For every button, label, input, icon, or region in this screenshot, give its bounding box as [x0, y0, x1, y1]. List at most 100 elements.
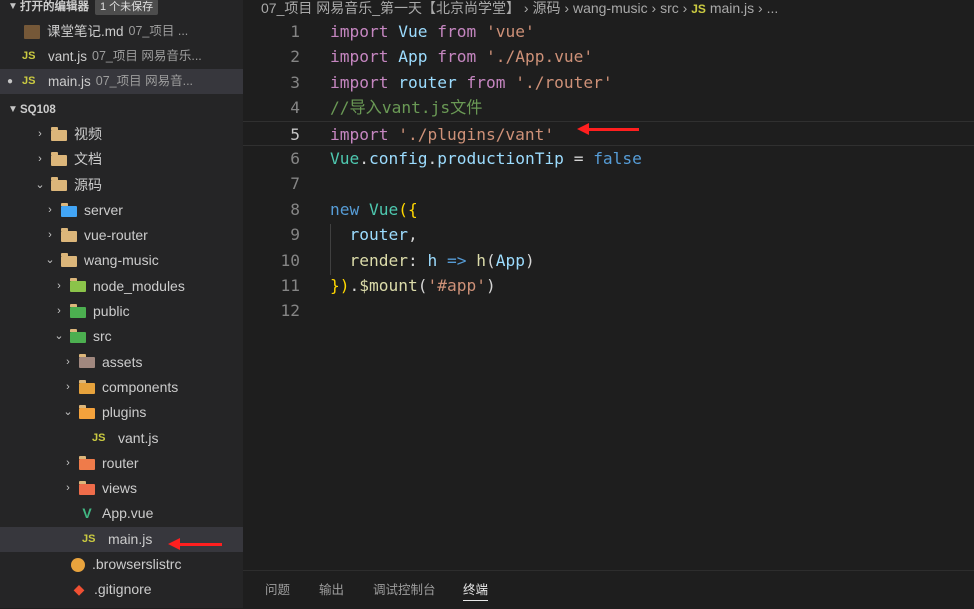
browserslist-icon [71, 557, 85, 572]
unsaved-dot-icon[interactable]: ● [0, 69, 20, 94]
open-editor-name: main.js [48, 74, 91, 89]
tree-folder-vue-router[interactable]: › vue-router [0, 223, 243, 248]
tree-folder-shipin[interactable]: › 视频 [0, 122, 243, 147]
tree-file-app-vue[interactable]: V App.vue [0, 501, 243, 526]
tab-output[interactable]: 输出 [319, 579, 344, 598]
code-line[interactable]: 12 [243, 298, 974, 323]
open-editor-item[interactable]: JS vant.js 07_项目 网易音乐... [0, 44, 243, 69]
chevron-down-icon: ▼ [8, 1, 18, 12]
code-line[interactable]: 9 router, [243, 222, 974, 247]
code-line[interactable]: 4//导入vant.js文件 [243, 95, 974, 120]
line-number: 1 [290, 22, 300, 41]
breadcrumb-file[interactable]: main.js [710, 0, 754, 16]
tab-debug-console[interactable]: 调试控制台 [373, 579, 436, 598]
open-editor-path: 07_项目 ... [128, 24, 189, 38]
code-line[interactable]: 8 new Vue({ [243, 197, 974, 222]
open-editor-item[interactable]: 课堂笔记.md 07_项目 ... [0, 19, 243, 44]
tree-folder-server[interactable]: › server [0, 198, 243, 223]
tree-folder-assets[interactable]: › assets [0, 350, 243, 375]
tree-file-vant-js[interactable]: JS vant.js [0, 426, 243, 451]
tree-file-main-js[interactable]: JS main.js [0, 526, 243, 553]
unsaved-badge: 1 个未保存 [95, 0, 159, 15]
tree-label: components [102, 378, 179, 395]
breadcrumb-item[interactable]: src [660, 0, 679, 16]
folder-icon [51, 126, 67, 141]
line-number: 5 [290, 124, 300, 144]
line-number: 7 [290, 174, 300, 194]
js-icon: JS [22, 50, 36, 62]
chevron-right-icon: › [66, 355, 70, 368]
tree-label: vue-router [84, 227, 148, 244]
tree-folder-wang-music[interactable]: ⌄ wang-music [0, 248, 243, 273]
open-editors-header[interactable]: ▼ 打开的编辑器 1 个未保存 [0, 0, 243, 17]
tree-label: wang-music [84, 252, 159, 269]
indent-guide [330, 224, 331, 275]
tree-label: src [93, 328, 112, 345]
tree-folder-components[interactable]: › components [0, 375, 243, 400]
tree-label: App.vue [102, 505, 154, 522]
code-line[interactable]: 2 import App from './App.vue' [243, 44, 974, 69]
line-number: 4 [290, 98, 300, 118]
tab-problems[interactable]: 问题 [265, 579, 290, 598]
breadcrumb-ellipsis[interactable]: ... [767, 0, 779, 16]
tree-folder-plugins[interactable]: ⌄ plugins [0, 400, 243, 425]
line-number: 12 [280, 301, 301, 321]
plugins-folder-icon [79, 404, 95, 419]
open-editor-name: 课堂笔记.md [47, 24, 124, 39]
views-folder-icon [79, 480, 95, 495]
chevron-right-icon: › [66, 380, 70, 393]
code-line[interactable]: 1 import Vue from 'vue' [243, 19, 974, 44]
code-line[interactable]: 6 Vue.config.productionTip = false [243, 146, 974, 171]
chevron-right-icon: › [66, 482, 70, 495]
tree-label: vant.js [118, 429, 159, 446]
open-editor-path: 07_项目 网易音乐... [92, 49, 202, 63]
code-line[interactable]: 3 import router from './router' [243, 70, 974, 95]
markdown-icon [24, 24, 40, 39]
chevron-down-icon: ⌄ [63, 406, 73, 419]
breadcrumb-item[interactable]: wang-music [573, 0, 648, 16]
breadcrumb-item[interactable]: 源码 [533, 0, 561, 16]
annotation-arrow-sidebar [168, 538, 222, 550]
tree-file-browserslistrc[interactable]: .browserslistrc [0, 552, 243, 577]
line-number: 3 [290, 72, 300, 92]
line-number: 9 [290, 225, 300, 245]
workspace-title: SQ108 [20, 104, 56, 116]
chevron-right-icon: › [38, 128, 42, 140]
open-editor-name: vant.js [48, 49, 88, 64]
line-number: 10 [280, 250, 301, 270]
tree-folder-views[interactable]: › views [0, 476, 243, 501]
chevron-right-icon: › [57, 305, 61, 318]
code-line[interactable]: 10 render: h => h(App) [243, 248, 974, 273]
tree-folder-yuanma[interactable]: ⌄ 源码 [0, 173, 243, 198]
code-line-current[interactable]: 5 import './plugins/vant' [243, 120, 974, 146]
tree-folder-public[interactable]: › public [0, 299, 243, 324]
chevron-down-icon: ⌄ [35, 178, 45, 191]
code-line[interactable]: 7 [243, 171, 974, 196]
public-folder-icon [70, 303, 86, 318]
tree-label: main.js [108, 530, 153, 547]
tree-folder-node-modules[interactable]: › node_modules [0, 274, 243, 299]
tree-file-gitignore[interactable]: ◆ .gitignore [0, 577, 243, 602]
vue-icon: V [82, 505, 92, 522]
workspace-header[interactable]: ▼ SQ108 [0, 100, 243, 120]
tree-label: plugins [102, 404, 147, 421]
tree-label: router [102, 454, 139, 471]
file-tree: › 视频 › 文档 ⌄ 源码 › server › vue-router ⌄ wang-mu… [0, 122, 243, 603]
tree-label: 文档 [74, 151, 102, 168]
tree-label: .browserslistrc [92, 556, 182, 573]
open-editor-item-active[interactable]: ● JS main.js 07_项目 网易音... [0, 69, 243, 94]
chevron-down-icon: ⌄ [45, 254, 55, 267]
tab-terminal[interactable]: 终端 [463, 579, 489, 601]
tree-folder-src[interactable]: ⌄ src [0, 324, 243, 349]
folder-open-icon [51, 177, 67, 192]
tree-label: public [93, 303, 130, 320]
server-folder-icon [61, 202, 77, 217]
breadcrumb-item[interactable]: 07_项目 网易音乐_第一天【北京尚学堂】 [261, 0, 520, 16]
code-line[interactable]: 11}).$mount('#app') [243, 273, 974, 298]
line-number: 8 [290, 199, 300, 219]
chevron-down-icon: ⌄ [54, 330, 64, 343]
tree-folder-wendang[interactable]: › 文档 [0, 147, 243, 172]
code-editor[interactable]: 07_项目 网易音乐_第一天【北京尚学堂】 › 源码 › wang-music … [243, 0, 974, 608]
tree-folder-router[interactable]: › router [0, 451, 243, 476]
router-folder-icon [79, 455, 95, 470]
